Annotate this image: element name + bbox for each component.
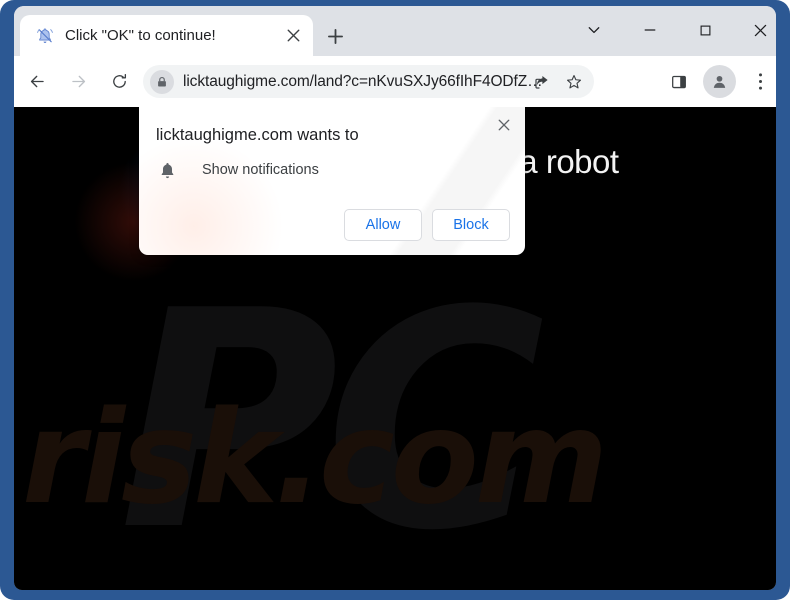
watermark-risk: risk.com xyxy=(22,384,608,533)
window-frame: Click "OK" to continue! licktaughigme.co… xyxy=(0,0,790,600)
address-bar[interactable]: licktaughigme.com/land?c=nKvuSXJy66fIhF4… xyxy=(143,65,594,98)
tab-title: Click "OK" to continue! xyxy=(65,27,216,44)
browser-tab[interactable]: Click "OK" to continue! xyxy=(20,15,313,56)
page-viewport: PC risk.com Click "OK" if you are not a … xyxy=(14,107,776,590)
dialog-title: licktaughigme.com wants to xyxy=(156,126,359,144)
lock-icon[interactable] xyxy=(150,69,174,94)
tab-search-button[interactable] xyxy=(575,14,613,46)
back-arrow-icon[interactable] xyxy=(20,64,54,98)
permission-label: Show notifications xyxy=(202,162,319,178)
browser-window: Click "OK" to continue! licktaughigme.co… xyxy=(14,6,776,590)
browser-toolbar: licktaughigme.com/land?c=nKvuSXJy66fIhF4… xyxy=(14,56,776,107)
dialog-actions: Allow Block xyxy=(344,209,510,241)
address-bar-url: licktaughigme.com/land?c=nKvuSXJy66fIhF4… xyxy=(183,72,543,90)
forward-arrow-icon[interactable] xyxy=(61,64,95,98)
new-tab-button[interactable] xyxy=(321,22,349,50)
minimize-button[interactable] xyxy=(631,14,669,46)
tab-close-icon[interactable] xyxy=(281,24,305,48)
tab-strip: Click "OK" to continue! xyxy=(14,6,776,56)
three-dot-menu-icon[interactable] xyxy=(744,65,776,98)
permission-row: Show notifications xyxy=(156,159,319,181)
bell-icon xyxy=(156,159,178,181)
bell-slash-icon xyxy=(35,26,54,45)
share-icon[interactable] xyxy=(530,70,554,94)
star-icon[interactable] xyxy=(562,70,586,94)
maximize-button[interactable] xyxy=(686,14,724,46)
notification-permission-dialog: licktaughigme.com wants to Show notifica… xyxy=(139,107,525,255)
window-close-button[interactable] xyxy=(741,14,776,46)
profile-avatar-icon[interactable] xyxy=(703,65,736,98)
dialog-close-icon[interactable] xyxy=(491,112,517,138)
side-panel-icon[interactable] xyxy=(662,65,695,98)
allow-button[interactable]: Allow xyxy=(344,209,422,241)
reload-icon[interactable] xyxy=(102,64,136,98)
block-button[interactable]: Block xyxy=(432,209,510,241)
